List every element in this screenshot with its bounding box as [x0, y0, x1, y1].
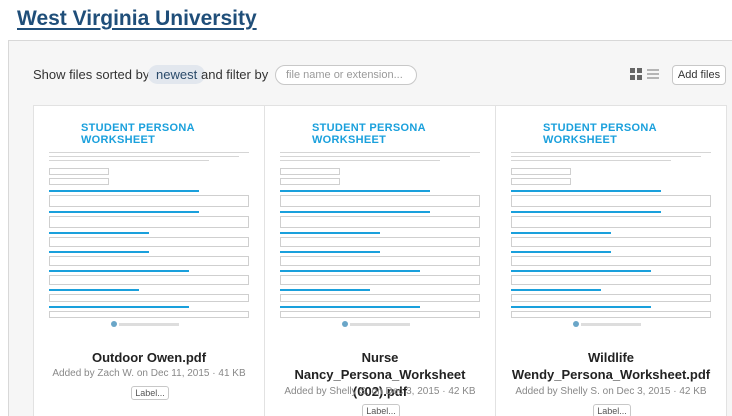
file-meta: Added by Zach W. on Dec 11, 2015 · 41 KB: [52, 368, 246, 379]
worksheet-logo-icon: [342, 321, 348, 327]
file-thumbnail[interactable]: STUDENT PERSONA WORKSHEET: [280, 118, 482, 338]
worksheet-title: STUDENT PERSONA WORKSHEET: [312, 122, 426, 146]
org-title[interactable]: West Virginia University: [17, 7, 257, 31]
worksheet-title: STUDENT PERSONA WORKSHEET: [81, 122, 195, 146]
file-meta: Added by Shelly S. on Dec 3, 2015 · 42 K…: [284, 386, 476, 397]
file-grid: STUDENT PERSONA WORKSHEET Outdoor Owen.p…: [33, 105, 732, 416]
worksheet-title: STUDENT PERSONA WORKSHEET: [543, 122, 657, 146]
file-name[interactable]: Wildlife Wendy_Persona_Worksheet.pdf: [496, 349, 726, 383]
label-button[interactable]: Label...: [362, 404, 400, 416]
sort-dropdown[interactable]: newest: [148, 65, 206, 84]
worksheet-logo-icon: [573, 321, 579, 327]
files-toolbar: Show files sorted by newest and filter b…: [9, 41, 732, 105]
file-card[interactable]: STUDENT PERSONA WORKSHEET: [264, 105, 496, 416]
grid-view-icon[interactable]: [630, 68, 642, 80]
filter-label: and filter by: [201, 67, 269, 82]
file-meta: Added by Shelly S. on Dec 3, 2015 · 42 K…: [515, 386, 707, 397]
label-button[interactable]: Label...: [593, 404, 631, 416]
file-name[interactable]: Outdoor Owen.pdf: [34, 349, 264, 366]
file-card[interactable]: STUDENT PERSONA WORKSHEET: [495, 105, 727, 416]
filter-input[interactable]: [275, 65, 417, 85]
sort-label: Show files sorted by: [33, 67, 150, 82]
add-files-button[interactable]: Add files: [672, 65, 726, 85]
worksheet-logo-icon: [111, 321, 117, 327]
file-thumbnail[interactable]: STUDENT PERSONA WORKSHEET: [511, 118, 713, 338]
file-card[interactable]: STUDENT PERSONA WORKSHEET: [33, 105, 265, 416]
files-panel: Show files sorted by newest and filter b…: [8, 40, 732, 416]
list-view-icon[interactable]: [647, 68, 659, 80]
label-button[interactable]: Label...: [131, 386, 169, 400]
file-thumbnail[interactable]: STUDENT PERSONA WORKSHEET: [49, 118, 251, 338]
